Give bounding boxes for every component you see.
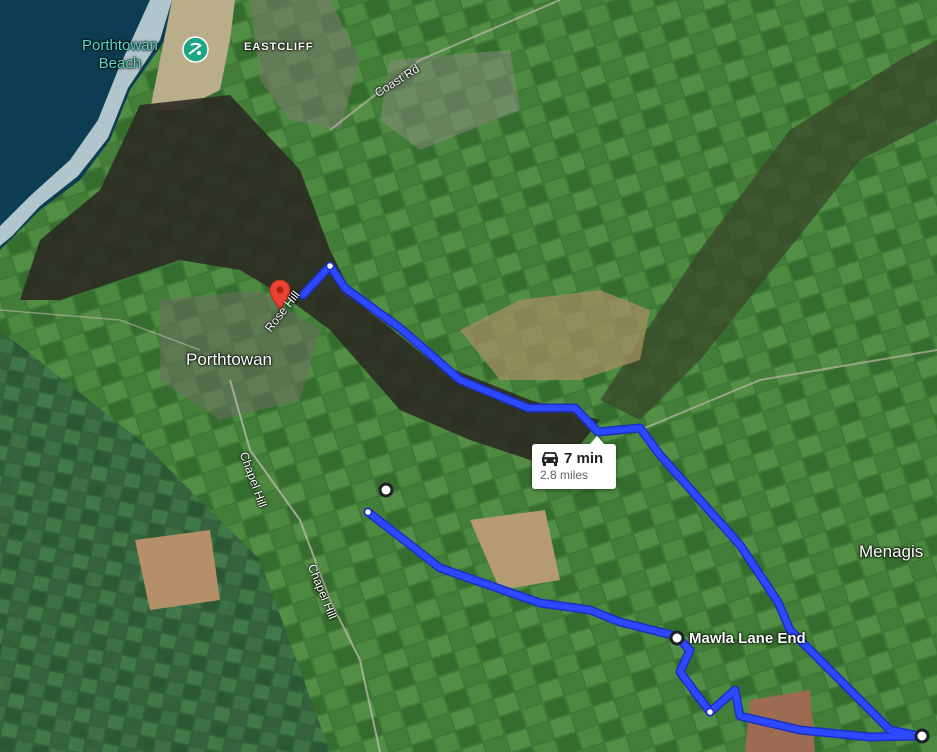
- route-node: [325, 261, 335, 271]
- car-icon: [541, 451, 559, 466]
- beach-label-line2: Beach: [98, 55, 142, 72]
- route-node: [705, 707, 715, 717]
- route-time-callout[interactable]: 7 min 2.8 miles: [532, 436, 616, 489]
- route-node: [363, 507, 373, 517]
- eastcliff-label: EASTCLIFF: [244, 41, 314, 53]
- menagissey-label[interactable]: Menagis: [859, 542, 923, 562]
- beach-label-line1: Porthtowan: [82, 37, 158, 54]
- route-time: 7 min: [564, 450, 604, 467]
- route-distance: 2.8 miles: [540, 468, 589, 482]
- start-waypoint-marker: [378, 482, 394, 498]
- porthtowan-label[interactable]: Porthtowan: [186, 350, 272, 370]
- mawla-lane-end-marker: [669, 630, 685, 646]
- satellite-map[interactable]: Porthtowan Beach EASTCLIFF Coast Rd Rose…: [0, 0, 937, 752]
- porthtowan-beach-label[interactable]: Porthtowan Beach: [82, 37, 158, 73]
- mawla-lane-end-label[interactable]: Mawla Lane End: [689, 630, 806, 647]
- beach-poi-icon[interactable]: [182, 36, 209, 63]
- end-waypoint-marker: [914, 728, 930, 744]
